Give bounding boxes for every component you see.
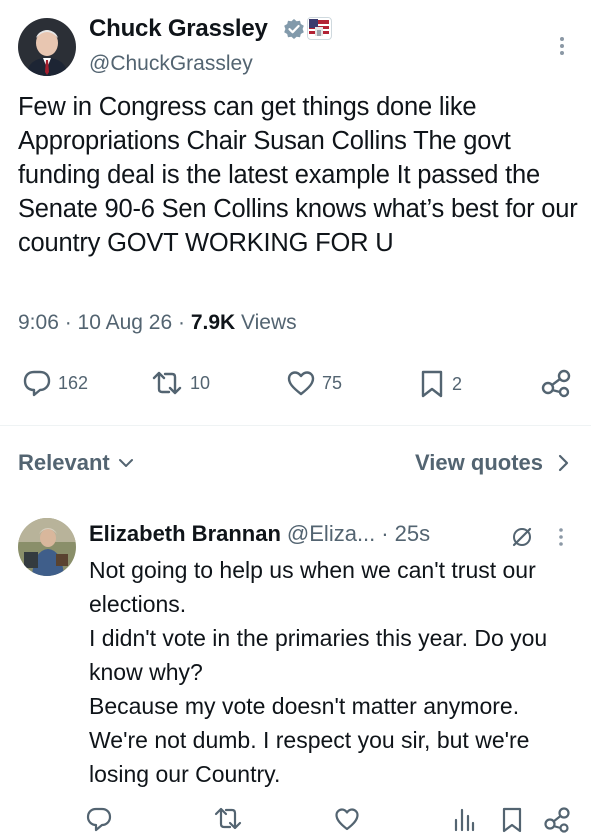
reply-like-button[interactable] <box>334 806 360 832</box>
share-button[interactable] <box>540 368 572 398</box>
share-icon <box>541 369 571 398</box>
verified-badge-icon[interactable] <box>283 18 305 40</box>
reply-bookmark-button[interactable] <box>500 806 524 834</box>
more-vertical-icon[interactable] <box>552 34 572 58</box>
relevant-label: Relevant <box>18 450 110 475</box>
repost-count: 10 <box>190 372 211 393</box>
reply-author-name[interactable]: Elizabeth Brannan <box>89 521 281 547</box>
bookmark-button[interactable]: 2 <box>418 369 462 399</box>
reply-time[interactable]: 25s <box>395 521 430 547</box>
views-bars-icon <box>454 808 475 832</box>
share-icon <box>544 807 570 833</box>
government-affiliation-icon[interactable] <box>307 17 332 40</box>
sort-relevant-dropdown[interactable]: Relevant <box>18 450 134 476</box>
tweet-date[interactable]: 10 Aug 26 <box>78 311 173 334</box>
views-count: 7.9K <box>190 311 236 334</box>
tweet-meta: 9:06 · 10 Aug 26 · 7.9K Views <box>18 311 297 335</box>
repost-button[interactable]: 10 <box>150 369 210 397</box>
tweet-time[interactable]: 9:06 <box>18 311 59 334</box>
view-quotes-link[interactable]: View quotes <box>415 450 569 476</box>
bookmark-count: 2 <box>452 373 463 394</box>
bookmark-icon <box>502 807 522 833</box>
heart-icon <box>335 808 359 831</box>
author-name[interactable]: Chuck Grassley <box>89 15 268 43</box>
reply-reply-button[interactable] <box>86 806 112 832</box>
reply-header: Elizabeth Brannan @Eliza... · 25s <box>89 521 430 547</box>
reply-views-button[interactable] <box>452 806 476 832</box>
meta-separator: · <box>64 311 78 334</box>
reply-bubble-icon <box>86 807 112 832</box>
like-button[interactable]: 75 <box>286 369 342 397</box>
author-avatar[interactable] <box>18 18 76 76</box>
divider <box>0 425 591 426</box>
view-quotes-label: View quotes <box>415 450 543 475</box>
chevron-right-icon <box>558 454 569 472</box>
chevron-down-icon <box>118 459 133 467</box>
tweet-text: Few in Congress can get things done like… <box>18 93 578 257</box>
bookmark-icon <box>421 370 443 398</box>
reply-bubble-icon <box>23 370 51 397</box>
repost-icon <box>152 371 182 395</box>
like-count: 75 <box>322 372 343 393</box>
reply-share-button[interactable] <box>543 806 571 834</box>
grok-icon[interactable] <box>510 525 534 549</box>
author-handle[interactable]: @ChuckGrassley <box>89 52 253 76</box>
more-vertical-icon[interactable] <box>552 526 570 548</box>
reply-text: Not going to help us when we can't trust… <box>89 557 548 787</box>
reply-avatar[interactable] <box>18 518 76 576</box>
meta-separator: · <box>177 311 191 334</box>
views-label: Views <box>241 311 297 334</box>
reply-count: 162 <box>58 372 89 393</box>
reply-author-handle[interactable]: @Eliza... <box>287 521 375 547</box>
reply-separator: · <box>381 521 389 546</box>
repost-icon <box>214 807 242 830</box>
heart-icon <box>287 371 315 396</box>
reply-repost-button[interactable] <box>213 806 243 832</box>
reply-button[interactable]: 162 <box>22 369 88 397</box>
